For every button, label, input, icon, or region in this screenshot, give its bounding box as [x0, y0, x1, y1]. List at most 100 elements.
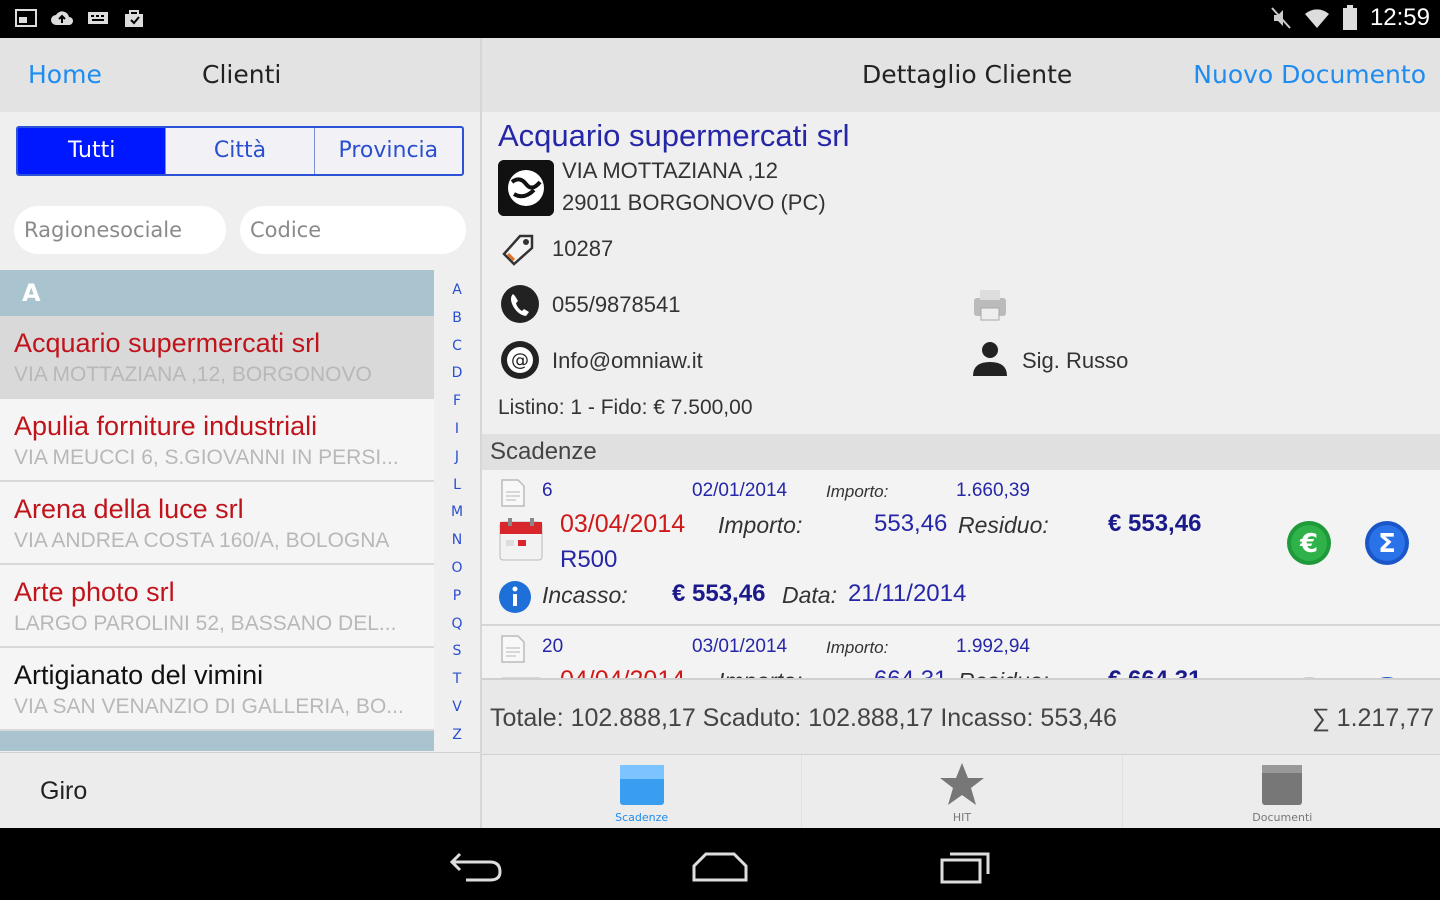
- scadenza-importo: 553,46: [874, 510, 948, 537]
- info-icon[interactable]: [498, 580, 532, 614]
- document-icon: [501, 635, 525, 663]
- filter-tab-tutti[interactable]: Tutti: [18, 128, 167, 174]
- detail-title: Dettaglio Cliente: [862, 60, 1073, 89]
- incasso-label: Incasso:: [542, 582, 628, 608]
- section-header: A: [0, 270, 434, 316]
- scadenza-item[interactable]: 6 02/01/2014 Importo: 1.660,39 03/04/201…: [482, 470, 1440, 626]
- tab-scadenze[interactable]: Scadenze: [482, 755, 803, 828]
- calendar-icon: [619, 765, 664, 805]
- alpha-letter[interactable]: N: [446, 532, 468, 560]
- scadenza-item[interactable]: 20 03/01/2014 Importo: 1.992,94 04/04/20…: [482, 626, 1440, 678]
- customer-name: Acquario supermercati srl: [498, 118, 850, 153]
- document-icon: [501, 479, 525, 507]
- incasso-date: 21/11/2014: [848, 580, 967, 607]
- alpha-letter[interactable]: T: [446, 671, 468, 699]
- scadenze-header: Scadenze: [482, 434, 1440, 470]
- bottom-tab-bar: Scadenze HIT Documenti: [482, 754, 1440, 828]
- clock: 12:59: [1369, 4, 1430, 31]
- sigma-sum-icon[interactable]: Σ: [1364, 520, 1410, 566]
- address-line1: VIA MOTTAZIANA ,12: [562, 158, 778, 183]
- tab-label: Documenti: [1252, 811, 1313, 824]
- scadenze-list[interactable]: 6 02/01/2014 Importo: 1.660,39 03/04/201…: [482, 470, 1440, 678]
- alpha-letter[interactable]: A: [446, 282, 468, 310]
- home-link[interactable]: Home: [28, 60, 102, 89]
- giro-button[interactable]: Giro: [40, 777, 87, 806]
- document-number: 6: [542, 480, 553, 501]
- alpha-letter[interactable]: D: [446, 365, 468, 393]
- section-header-partial: [0, 731, 434, 751]
- folder-icon: [1262, 765, 1303, 805]
- list-item[interactable]: Acquario supermercati srl VIA MOTTAZIANA…: [0, 316, 434, 399]
- detail-panel: Dettaglio Cliente Nuovo Documento Acquar…: [480, 38, 1440, 828]
- alpha-letter[interactable]: F: [446, 393, 468, 421]
- codice-input[interactable]: [240, 206, 466, 254]
- alpha-letter[interactable]: V: [446, 699, 468, 727]
- list-item[interactable]: Arena della luce srl VIA ANDREA COSTA 16…: [0, 482, 434, 565]
- client-address: VIA SAN VENANZIO DI GALLERIA, BO...: [14, 695, 404, 718]
- scadenza-code: R500: [560, 546, 618, 573]
- alpha-letter[interactable]: B: [446, 310, 468, 338]
- star-icon: [939, 763, 984, 805]
- shopping-bag-icon: [125, 10, 143, 27]
- filter-segmented-control: Tutti Città Provincia: [16, 126, 464, 176]
- list-item[interactable]: Arte photo srl LARGO PAROLINI 52, BASSAN…: [0, 565, 434, 648]
- alpha-letter[interactable]: Z: [446, 727, 468, 755]
- calendar-icon: [499, 518, 543, 561]
- euro-payment-icon[interactable]: €: [1286, 520, 1332, 566]
- svg-text:@: @: [511, 350, 529, 371]
- residuo-value: € 664,31: [1108, 666, 1201, 678]
- recent-apps-icon[interactable]: [934, 846, 994, 886]
- clients-title: Clienti: [202, 60, 282, 89]
- clients-list[interactable]: A Acquario supermercati srl VIA MOTTAZIA…: [0, 270, 434, 752]
- alpha-letter[interactable]: I: [446, 421, 468, 449]
- scadenza-importo: 664,31: [874, 666, 947, 678]
- residuo-label: Residuo:: [958, 512, 1049, 538]
- fax-icon[interactable]: [970, 284, 1010, 324]
- tab-documenti[interactable]: Documenti: [1123, 755, 1440, 828]
- document-importo: 1.992,94: [956, 636, 1030, 657]
- alphabet-index[interactable]: A B C D F I J L M N O P Q S T V Z: [446, 282, 468, 755]
- tab-label: HIT: [952, 811, 972, 824]
- new-document-button[interactable]: Nuovo Documento: [1193, 60, 1426, 89]
- client-name: Artigianato del vimini: [14, 660, 264, 690]
- importo-label: Importo:: [718, 512, 803, 538]
- importo-label: Importo:: [718, 668, 802, 678]
- search-row: [14, 206, 466, 254]
- list-item[interactable]: Artigianato del vimini VIA SAN VENANZIO …: [0, 648, 434, 731]
- alpha-letter[interactable]: J: [446, 449, 468, 477]
- email-icon[interactable]: @: [500, 340, 540, 380]
- home-icon[interactable]: [690, 846, 750, 886]
- client-name: Arte photo srl: [14, 577, 175, 607]
- totals-bar: Totale: 102.888,17 Scaduto: 102.888,17 I…: [482, 678, 1440, 754]
- tab-hit[interactable]: HIT: [802, 755, 1123, 828]
- importo-label: Importo:: [826, 638, 889, 657]
- alpha-letter[interactable]: P: [446, 588, 468, 616]
- customer-phone[interactable]: 055/9878541: [552, 292, 680, 318]
- tab-label: Scadenze: [615, 811, 669, 824]
- alpha-letter[interactable]: L: [446, 477, 468, 505]
- phone-icon[interactable]: [500, 284, 540, 324]
- back-icon[interactable]: [446, 846, 506, 886]
- customer-contact: Sig. Russo: [1022, 348, 1129, 373]
- system-nav-bar: [0, 828, 1440, 900]
- alpha-letter[interactable]: S: [446, 643, 468, 671]
- alpha-letter[interactable]: O: [446, 560, 468, 588]
- list-item[interactable]: Apulia forniture industriali VIA MEUCCI …: [0, 399, 434, 482]
- document-importo: 1.660,39: [956, 480, 1030, 501]
- filter-tab-citta[interactable]: Città: [166, 128, 315, 174]
- mute-icon: [1271, 7, 1291, 29]
- globe-icon[interactable]: [498, 160, 554, 216]
- alpha-letter[interactable]: Q: [446, 616, 468, 644]
- listino-fido: Listino: 1 - Fido: € 7.500,00: [498, 396, 753, 419]
- filter-tab-provincia[interactable]: Provincia: [315, 128, 462, 174]
- tag-icon: [502, 234, 534, 266]
- alpha-letter[interactable]: C: [446, 338, 468, 366]
- customer-email[interactable]: Info@omniaw.it: [552, 348, 703, 374]
- alpha-letter[interactable]: M: [446, 504, 468, 532]
- residuo-value: € 553,46: [1108, 510, 1202, 537]
- client-address: VIA ANDREA COSTA 160/A, BOLOGNA: [14, 529, 390, 552]
- customer-code: 10287: [552, 236, 614, 261]
- data-label: Data:: [782, 582, 837, 608]
- ragione-sociale-input[interactable]: [14, 206, 226, 254]
- right-header: Dettaglio Cliente Nuovo Documento: [482, 38, 1440, 112]
